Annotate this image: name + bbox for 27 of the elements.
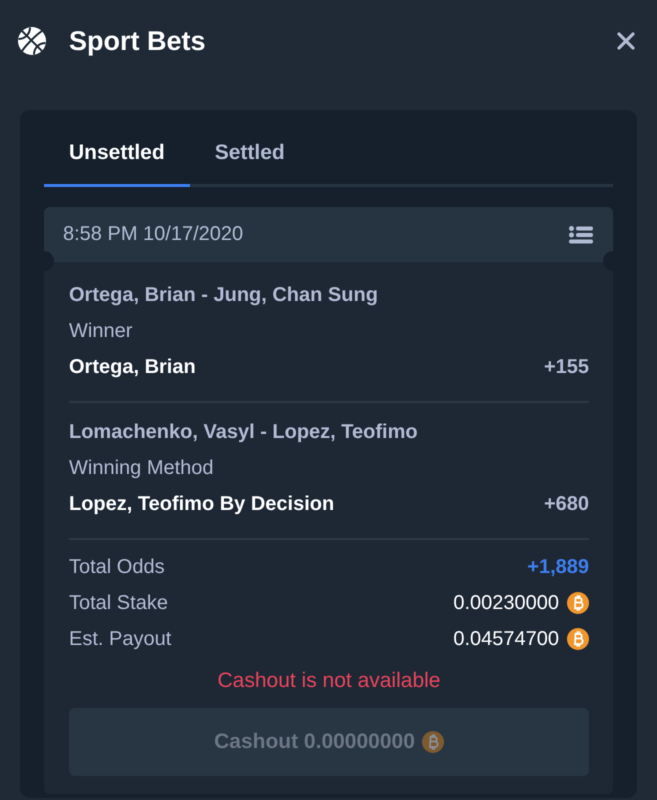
cashout-notice: Cashout is not available xyxy=(216,668,442,694)
match-name: Lomachenko, Vasyl - Lopez, Teofimo xyxy=(69,420,418,444)
selection-name: Lopez, Teofimo By Decision xyxy=(69,492,334,516)
details-button[interactable] xyxy=(569,226,593,244)
selection-odds: +155 xyxy=(544,356,589,378)
ball-icon xyxy=(18,27,46,55)
summary-label: Est. Payout xyxy=(69,628,172,650)
selection-odds: +680 xyxy=(544,492,589,516)
summary-value: +1,889 xyxy=(527,556,589,578)
summary-label: Total Odds xyxy=(69,556,165,578)
list-icon xyxy=(569,226,593,244)
selection-name: Ortega, Brian xyxy=(69,356,196,378)
close-button[interactable] xyxy=(617,32,635,50)
summary-value: 0.04574700 xyxy=(453,628,559,650)
coin-icon xyxy=(567,628,589,650)
coin-icon xyxy=(567,592,589,614)
coin-icon xyxy=(422,731,444,753)
market-name: Winning Method xyxy=(69,456,214,480)
summary-label: Total Stake xyxy=(69,592,168,614)
summary-value: 0.00230000 xyxy=(453,592,559,614)
dialog-title: Sport Bets xyxy=(69,26,206,56)
tab[interactable]: Settled xyxy=(190,110,310,187)
close-icon xyxy=(617,32,635,50)
match-name: Ortega, Brian - Jung, Chan Sung xyxy=(69,284,378,306)
tab[interactable]: Unsettled xyxy=(44,110,190,187)
market-name: Winner xyxy=(69,320,132,342)
bet-time: 8:58 PM 10/17/2020 xyxy=(63,223,244,246)
